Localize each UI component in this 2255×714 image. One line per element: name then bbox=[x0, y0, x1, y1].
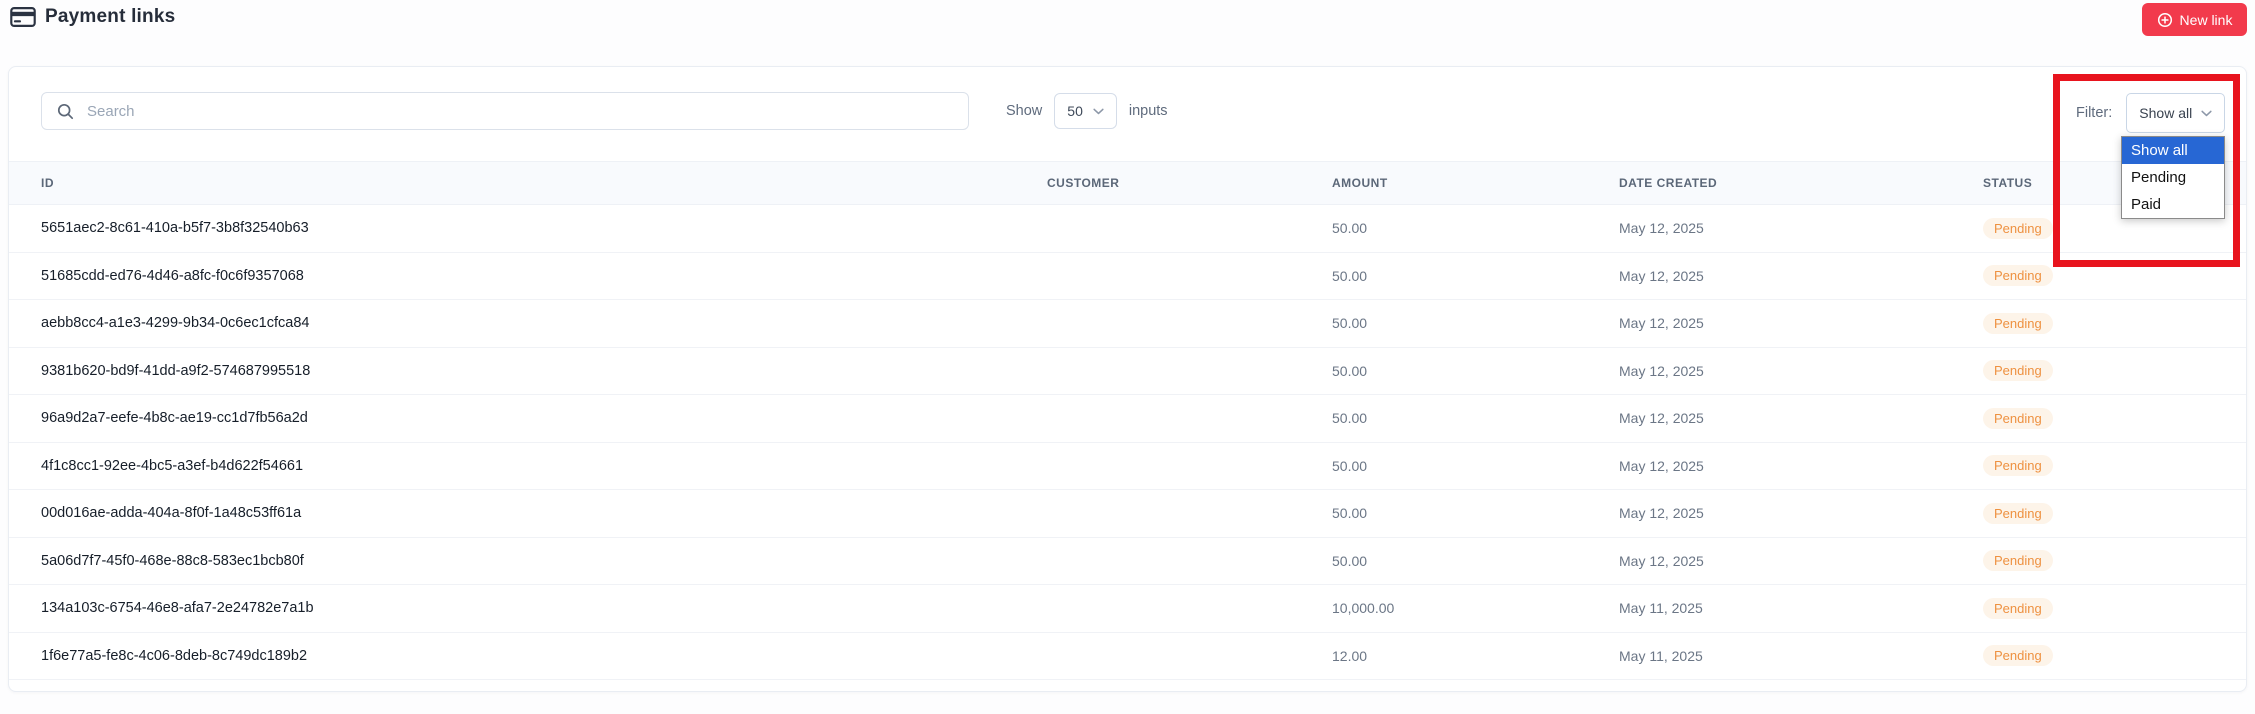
new-link-button-label: New link bbox=[2180, 12, 2233, 28]
table-row[interactable]: aebb8cc4-a1e3-4299-9b34-0c6ec1cfca84 50.… bbox=[9, 300, 2246, 348]
column-header-date-created: DATE CREATED bbox=[1619, 176, 1983, 190]
filter-label: Filter: bbox=[2076, 105, 2112, 121]
filter-dropdown-option[interactable]: Show all bbox=[2122, 137, 2224, 164]
cell-date-created: May 12, 2025 bbox=[1619, 315, 1983, 331]
cell-id: 134a103c-6754-46e8-afa7-2e24782e7a1b bbox=[41, 600, 1047, 616]
payment-links-page: Payment links New link bbox=[0, 0, 2255, 714]
filter-dropdown-option[interactable]: Pending bbox=[2122, 164, 2224, 191]
cell-id: 96a9d2a7-eefe-4b8c-ae19-cc1d7fb56a2d bbox=[41, 410, 1047, 426]
table-row[interactable]: 5a06d7f7-45f0-468e-88c8-583ec1bcb80f 50.… bbox=[9, 538, 2246, 586]
cell-id: 5a06d7f7-45f0-468e-88c8-583ec1bcb80f bbox=[41, 553, 1047, 569]
page-size-select[interactable]: 50 bbox=[1054, 93, 1117, 129]
table-row[interactable]: 4f1c8cc1-92ee-4bc5-a3ef-b4d622f54661 50.… bbox=[9, 443, 2246, 491]
search-input[interactable] bbox=[87, 103, 968, 120]
status-badge: Pending bbox=[1983, 550, 2053, 571]
cell-date-created: May 11, 2025 bbox=[1619, 648, 1983, 664]
column-header-amount: AMOUNT bbox=[1332, 176, 1619, 190]
cell-amount: 50.00 bbox=[1332, 505, 1619, 521]
table-row[interactable]: 51685cdd-ed76-4d46-a8fc-f0c6f9357068 50.… bbox=[9, 253, 2246, 301]
filter-selected-value: Show all bbox=[2139, 105, 2192, 121]
column-header-customer: CUSTOMER bbox=[1047, 176, 1332, 190]
table-row[interactable]: 1f6e77a5-fe8c-4c06-8deb-8c749dc189b2 12.… bbox=[9, 633, 2246, 681]
status-badge: Pending bbox=[1983, 598, 2053, 619]
status-badge: Pending bbox=[1983, 265, 2053, 286]
cell-date-created: May 12, 2025 bbox=[1619, 220, 1983, 236]
page-size-value: 50 bbox=[1067, 103, 1083, 119]
cell-amount: 12.00 bbox=[1332, 648, 1619, 664]
cell-amount: 10,000.00 bbox=[1332, 600, 1619, 616]
status-badge: Pending bbox=[1983, 313, 2053, 334]
cell-amount: 50.00 bbox=[1332, 410, 1619, 426]
status-badge: Pending bbox=[1983, 218, 2053, 239]
filter-dropdown-menu: Show all Pending Paid bbox=[2121, 136, 2225, 219]
table-row[interactable]: 00d016ae-adda-404a-8f0f-1a48c53ff61a 50.… bbox=[9, 490, 2246, 538]
table-header: ID CUSTOMER AMOUNT DATE CREATED STATUS bbox=[9, 161, 2246, 205]
cell-id: 4f1c8cc1-92ee-4bc5-a3ef-b4d622f54661 bbox=[41, 458, 1047, 474]
credit-card-icon bbox=[10, 6, 36, 28]
cell-date-created: May 12, 2025 bbox=[1619, 410, 1983, 426]
cell-date-created: May 12, 2025 bbox=[1619, 363, 1983, 379]
search-icon bbox=[42, 103, 74, 120]
table-row[interactable]: 96a9d2a7-eefe-4b8c-ae19-cc1d7fb56a2d 50.… bbox=[9, 395, 2246, 443]
cell-amount: 50.00 bbox=[1332, 268, 1619, 284]
cell-amount: 50.00 bbox=[1332, 553, 1619, 569]
filter-group: Filter: Show all bbox=[2076, 93, 2225, 133]
page-size-group: Show 50 inputs bbox=[1006, 93, 1168, 129]
cell-id: 51685cdd-ed76-4d46-a8fc-f0c6f9357068 bbox=[41, 268, 1047, 284]
cell-id: 9381b620-bd9f-41dd-a9f2-574687995518 bbox=[41, 363, 1047, 379]
cell-id: aebb8cc4-a1e3-4299-9b34-0c6ec1cfca84 bbox=[41, 315, 1047, 331]
search-box[interactable] bbox=[41, 92, 969, 130]
cell-date-created: May 12, 2025 bbox=[1619, 268, 1983, 284]
filter-select[interactable]: Show all bbox=[2126, 93, 2225, 133]
cell-amount: 50.00 bbox=[1332, 315, 1619, 331]
payment-links-card: Show 50 inputs Filter: Show all bbox=[8, 66, 2247, 692]
filter-dropdown-option[interactable]: Paid bbox=[2122, 191, 2224, 218]
page-title: Payment links bbox=[45, 6, 175, 28]
cell-id: 5651aec2-8c61-410a-b5f7-3b8f32540b63 bbox=[41, 220, 1047, 236]
cell-amount: 50.00 bbox=[1332, 363, 1619, 379]
table-row[interactable]: 9381b620-bd9f-41dd-a9f2-574687995518 50.… bbox=[9, 348, 2246, 396]
cell-date-created: May 12, 2025 bbox=[1619, 553, 1983, 569]
cell-date-created: May 12, 2025 bbox=[1619, 458, 1983, 474]
cell-amount: 50.00 bbox=[1332, 458, 1619, 474]
table-row[interactable]: 134a103c-6754-46e8-afa7-2e24782e7a1b 10,… bbox=[9, 585, 2246, 633]
chevron-down-icon bbox=[2201, 110, 2212, 117]
inputs-label: inputs bbox=[1129, 103, 1168, 119]
table-row[interactable]: 5651aec2-8c61-410a-b5f7-3b8f32540b63 50.… bbox=[9, 205, 2246, 253]
cell-id: 00d016ae-adda-404a-8f0f-1a48c53ff61a bbox=[41, 505, 1047, 521]
plus-circle-icon bbox=[2157, 12, 2173, 28]
page-header: Payment links New link bbox=[0, 0, 2255, 48]
status-badge: Pending bbox=[1983, 408, 2053, 429]
cell-id: 1f6e77a5-fe8c-4c06-8deb-8c749dc189b2 bbox=[41, 648, 1047, 664]
show-label: Show bbox=[1006, 103, 1042, 119]
status-badge: Pending bbox=[1983, 455, 2053, 476]
new-link-button[interactable]: New link bbox=[2142, 3, 2247, 36]
status-badge: Pending bbox=[1983, 503, 2053, 524]
status-badge: Pending bbox=[1983, 360, 2053, 381]
status-badge: Pending bbox=[1983, 645, 2053, 666]
cell-date-created: May 11, 2025 bbox=[1619, 600, 1983, 616]
cell-date-created: May 12, 2025 bbox=[1619, 505, 1983, 521]
title-group: Payment links bbox=[10, 6, 175, 28]
chevron-down-icon bbox=[1093, 108, 1104, 115]
cell-amount: 50.00 bbox=[1332, 220, 1619, 236]
column-header-id: ID bbox=[41, 176, 1047, 190]
table-body: 5651aec2-8c61-410a-b5f7-3b8f32540b63 50.… bbox=[9, 205, 2246, 680]
